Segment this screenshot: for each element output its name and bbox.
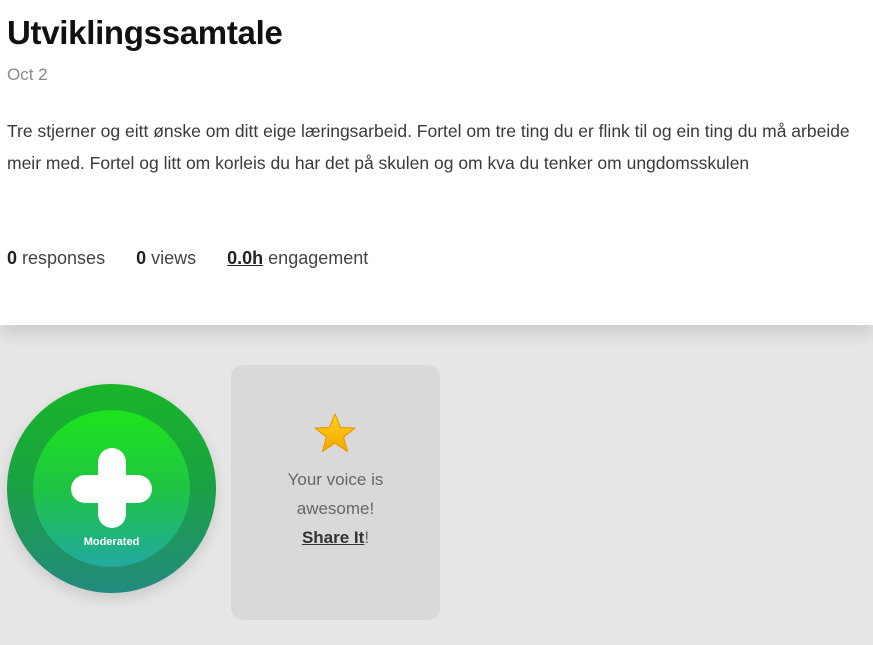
engagement-hours[interactable]: 0.0h: [227, 248, 263, 268]
star-icon: [314, 413, 356, 453]
share-it-link[interactable]: Share It: [302, 528, 364, 547]
share-suffix: !: [364, 528, 370, 547]
stat-responses: 0 responses: [7, 248, 105, 268]
survey-date: Oct 2: [7, 65, 48, 84]
page-title: Utviklingssamtale: [7, 14, 283, 51]
add-response-inner: Moderated: [33, 410, 190, 567]
views-count: 0: [136, 248, 147, 268]
views-label: views: [146, 248, 197, 268]
share-link-line: Share It!: [251, 523, 420, 552]
moderated-label: Moderated: [83, 536, 140, 548]
survey-description: Tre stjerner og eitt ønske om ditt eige …: [7, 121, 850, 173]
responses-label: responses: [17, 248, 106, 268]
share-message: Your voice is awesome!: [287, 470, 384, 518]
survey-stats: 0 responses 0 views 0.0h engagement: [7, 248, 394, 269]
share-message-block: Your voice is awesome! Share It!: [251, 465, 420, 552]
stat-views: 0 views: [136, 248, 196, 268]
engagement-label: engagement: [263, 248, 369, 268]
share-card: Your voice is awesome! Share It!: [231, 365, 440, 620]
stat-engagement: 0.0h engagement: [227, 248, 368, 268]
responses-count: 0: [7, 248, 18, 268]
plus-icon-horizontal: [71, 475, 152, 503]
survey-header: Utviklingssamtale Oct 2 Tre stjerner og …: [0, 0, 873, 325]
add-response-button[interactable]: Moderated: [7, 384, 216, 593]
